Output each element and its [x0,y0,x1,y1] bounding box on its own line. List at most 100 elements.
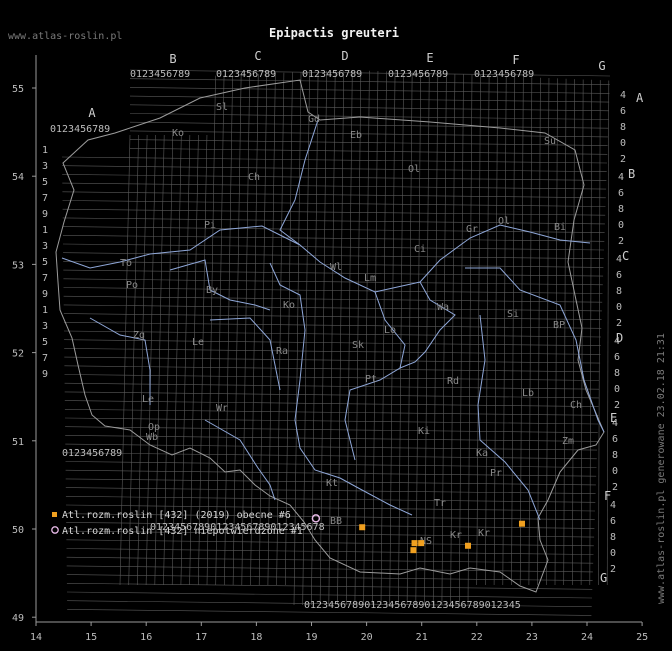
grid-line-horizontal [66,565,593,573]
legend-label-unconfirmed: Atl.rozm.roslin [432] niepotwierdzone #1 [62,526,303,537]
grid-digit-right: 0 [616,302,622,313]
grid-digit-right: 2 [620,154,626,165]
region-label: Wb [146,432,158,443]
grid-line-horizontal [62,243,605,251]
region-label: Ki [418,426,430,437]
grid-digit-right: 6 [610,516,616,527]
record-present-marker [359,524,366,531]
grid-line-horizontal [62,208,606,216]
grid-line-vertical [458,74,464,606]
region-label: Ch [248,172,260,183]
region-label: Ka [476,448,488,459]
grid-letter-top: B [169,52,176,66]
grid-digits-left-bottom: 0123456789 [62,448,122,459]
grid-line-horizontal [129,87,610,94]
x-tick-label: 17 [195,632,207,643]
record-present-marker [464,542,471,549]
grid-line-vertical [241,74,250,586]
grid-line-horizontal [62,174,607,181]
grid-digit-right: 4 [612,418,618,429]
grid-line-horizontal [62,226,605,233]
region-label: Eb [350,130,362,141]
grid-digit-right: 2 [614,400,620,411]
grid-digit-right: 8 [618,204,624,215]
grid-digit-right: 0 [610,548,616,559]
grid-digit-right: 2 [610,564,616,575]
grid-digit-left: 3 [42,161,48,172]
x-tick-label: 18 [250,632,262,643]
grid-letter-top: A [88,106,96,120]
grid-digit-right: 6 [612,434,618,445]
y-tick-label: 50 [12,525,24,536]
x-tick-label: 14 [30,632,42,643]
x-tick-label: 16 [140,632,152,643]
grid-line-horizontal [62,200,606,207]
region-label: Wr [216,403,228,414]
grid-line-vertical [554,78,558,586]
grid-digits-top: 0123456789 [474,69,534,80]
grid-digits-bottom: 012345678901234567890123456789012345 [304,600,521,611]
grid-digit-right: 4 [618,172,624,183]
region-label: Gd [308,114,320,125]
grid-line-vertical [606,80,610,586]
region-label: Sk [352,340,364,351]
grid-line-horizontal [63,295,603,303]
region-label: Kt [326,478,338,489]
grid-digit-right: 0 [612,466,618,477]
grid-digit-left: 7 [42,273,48,284]
region-label: Pt [365,374,377,385]
legend-circle-icon [51,526,59,534]
grid-line-vertical [563,78,567,586]
grid-line-horizontal [62,182,607,190]
grid-digit-right: 4 [616,254,622,265]
grid-letter-top: D [341,49,348,63]
grid-line-horizontal [63,304,602,312]
grid-digit-right: 8 [620,122,626,133]
grid-line-horizontal [65,496,596,503]
record-unconfirmed-marker [311,514,321,523]
y-tick-label: 52 [12,349,24,360]
x-tick-label: 25 [636,632,648,643]
region-label: Sl [216,102,228,113]
y-tick-label: 54 [12,172,24,183]
y-tick-label: 53 [12,260,24,271]
grid-line-horizontal [63,313,602,320]
grid-digit-right: 8 [610,532,616,543]
grid-line-vertical [467,74,473,606]
site-name: www.atlas-roslin.pl [8,31,122,42]
grid-line-horizontal [64,374,600,381]
y-tick-label: 55 [12,84,24,95]
grid-letter-top: G [598,59,605,73]
grid-line-vertical [406,72,413,606]
grid-digit-left: 1 [42,305,48,316]
record-present-marker [411,540,418,547]
grid-digit-left: 9 [42,209,48,220]
region-label: Kr [478,528,490,539]
grid-line-horizontal [129,104,609,112]
region-label: Ko [283,300,295,311]
grid-line-vertical [232,74,242,586]
grid-digit-right: 2 [618,236,624,247]
grid-digits-top: 0123456789 [216,69,276,80]
grid-digit-right: 6 [618,188,624,199]
grid-line-vertical [398,72,404,606]
region-label: Zg [133,330,145,341]
grid-digit-left: 1 [42,145,48,156]
grid-line-vertical [598,80,601,586]
grid-line-horizontal [65,461,597,468]
grid-digits-top: 0123456789 [302,69,362,80]
x-tick-label: 20 [361,632,373,643]
region-label: Pr [490,468,502,479]
grid-digit-right: 6 [614,352,620,363]
grid-line-horizontal [62,165,607,172]
grid-letter-top: E [426,51,433,65]
grid-line-horizontal [129,69,611,77]
grid-line-horizontal [64,356,601,364]
grid-line-vertical [537,77,541,586]
grid-line-vertical [441,73,447,606]
region-label: Pi [204,220,216,231]
grid-digit-left: 7 [42,193,48,204]
x-axis-ticks: 14 15 16 17 18 19 20 21 22 23 24 25 [30,622,648,643]
grid-line-vertical [415,72,421,606]
region-label: Kr [450,530,462,541]
